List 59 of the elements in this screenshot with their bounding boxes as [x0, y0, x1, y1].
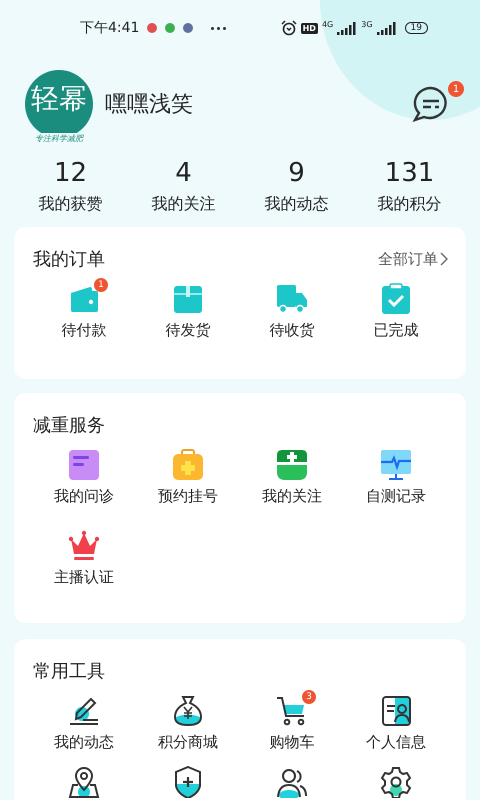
note-icon	[68, 449, 100, 481]
all-orders-link[interactable]: 全部订单	[378, 250, 448, 268]
people-icon	[276, 766, 308, 798]
more-notifications-icon	[211, 26, 226, 30]
medical-kit-icon	[172, 449, 204, 481]
pen-icon	[68, 695, 100, 727]
count-badge: 3	[302, 690, 316, 704]
location-pin-icon	[68, 766, 100, 798]
chevron-right-icon	[440, 252, 448, 266]
menu-item[interactable]: 预约挂号	[158, 487, 218, 506]
package-icon	[172, 283, 204, 315]
notification-icon	[147, 23, 158, 33]
logo-text: 轻幂	[31, 85, 87, 113]
stat-label[interactable]: 我的关注	[152, 194, 216, 215]
shield-plus-icon	[172, 766, 204, 798]
stat-value: 131	[384, 158, 434, 188]
menu-item[interactable]: 积分商城	[158, 733, 218, 752]
stat-value: 4	[175, 158, 192, 188]
message-icon[interactable]	[412, 85, 450, 123]
section-title: 减重服务	[33, 414, 105, 437]
heartbeat-monitor-icon	[380, 449, 412, 481]
menu-item[interactable]: 个人信息	[366, 733, 426, 752]
profile-card-icon	[380, 695, 412, 727]
money-bag-icon	[172, 695, 204, 727]
menu-item[interactable]: 已完成	[374, 321, 418, 340]
crown-icon	[68, 530, 100, 562]
status-time: 下午4:41	[80, 19, 140, 37]
stat-label[interactable]: 我的获赞	[38, 194, 102, 215]
menu-item[interactable]: 主播认证	[54, 568, 114, 587]
menu-item[interactable]: 我的问诊	[54, 487, 114, 506]
menu-item[interactable]: 购物车	[270, 733, 314, 752]
battery-indicator: 19	[404, 22, 428, 34]
network-label: 4G	[322, 20, 334, 29]
signal-icon	[337, 22, 358, 34]
settings-icon	[380, 766, 412, 798]
stat-value: 9	[288, 158, 305, 188]
menu-item[interactable]: 待收货	[270, 321, 314, 340]
stat-value: 12	[54, 158, 88, 188]
hd-badge: HD	[300, 22, 318, 34]
notification-icon	[165, 23, 176, 33]
menu-item[interactable]: 我的关注	[262, 487, 322, 506]
signal-icon	[376, 22, 397, 34]
menu-item[interactable]: 我的动态	[54, 733, 114, 752]
alarm-icon	[280, 20, 297, 36]
clipboard-check-icon	[380, 283, 412, 315]
stat-label[interactable]: 我的积分	[378, 194, 442, 215]
count-badge: 1	[94, 278, 108, 292]
network-label: 3G	[361, 20, 373, 29]
username: 嘿嘿浅笑	[105, 91, 194, 119]
logo-slogan: 专注科学减肥	[33, 133, 85, 144]
notification-icon	[183, 23, 194, 33]
stat-label[interactable]: 我的动态	[264, 194, 328, 215]
section-title: 我的订单	[33, 248, 105, 271]
menu-item[interactable]: 自测记录	[366, 487, 426, 506]
section-title: 常用工具	[33, 660, 105, 683]
medical-cross-icon	[276, 449, 308, 481]
menu-item[interactable]: 待付款	[62, 321, 106, 340]
menu-item[interactable]: 待发货	[166, 321, 210, 340]
truck-icon	[276, 283, 308, 315]
